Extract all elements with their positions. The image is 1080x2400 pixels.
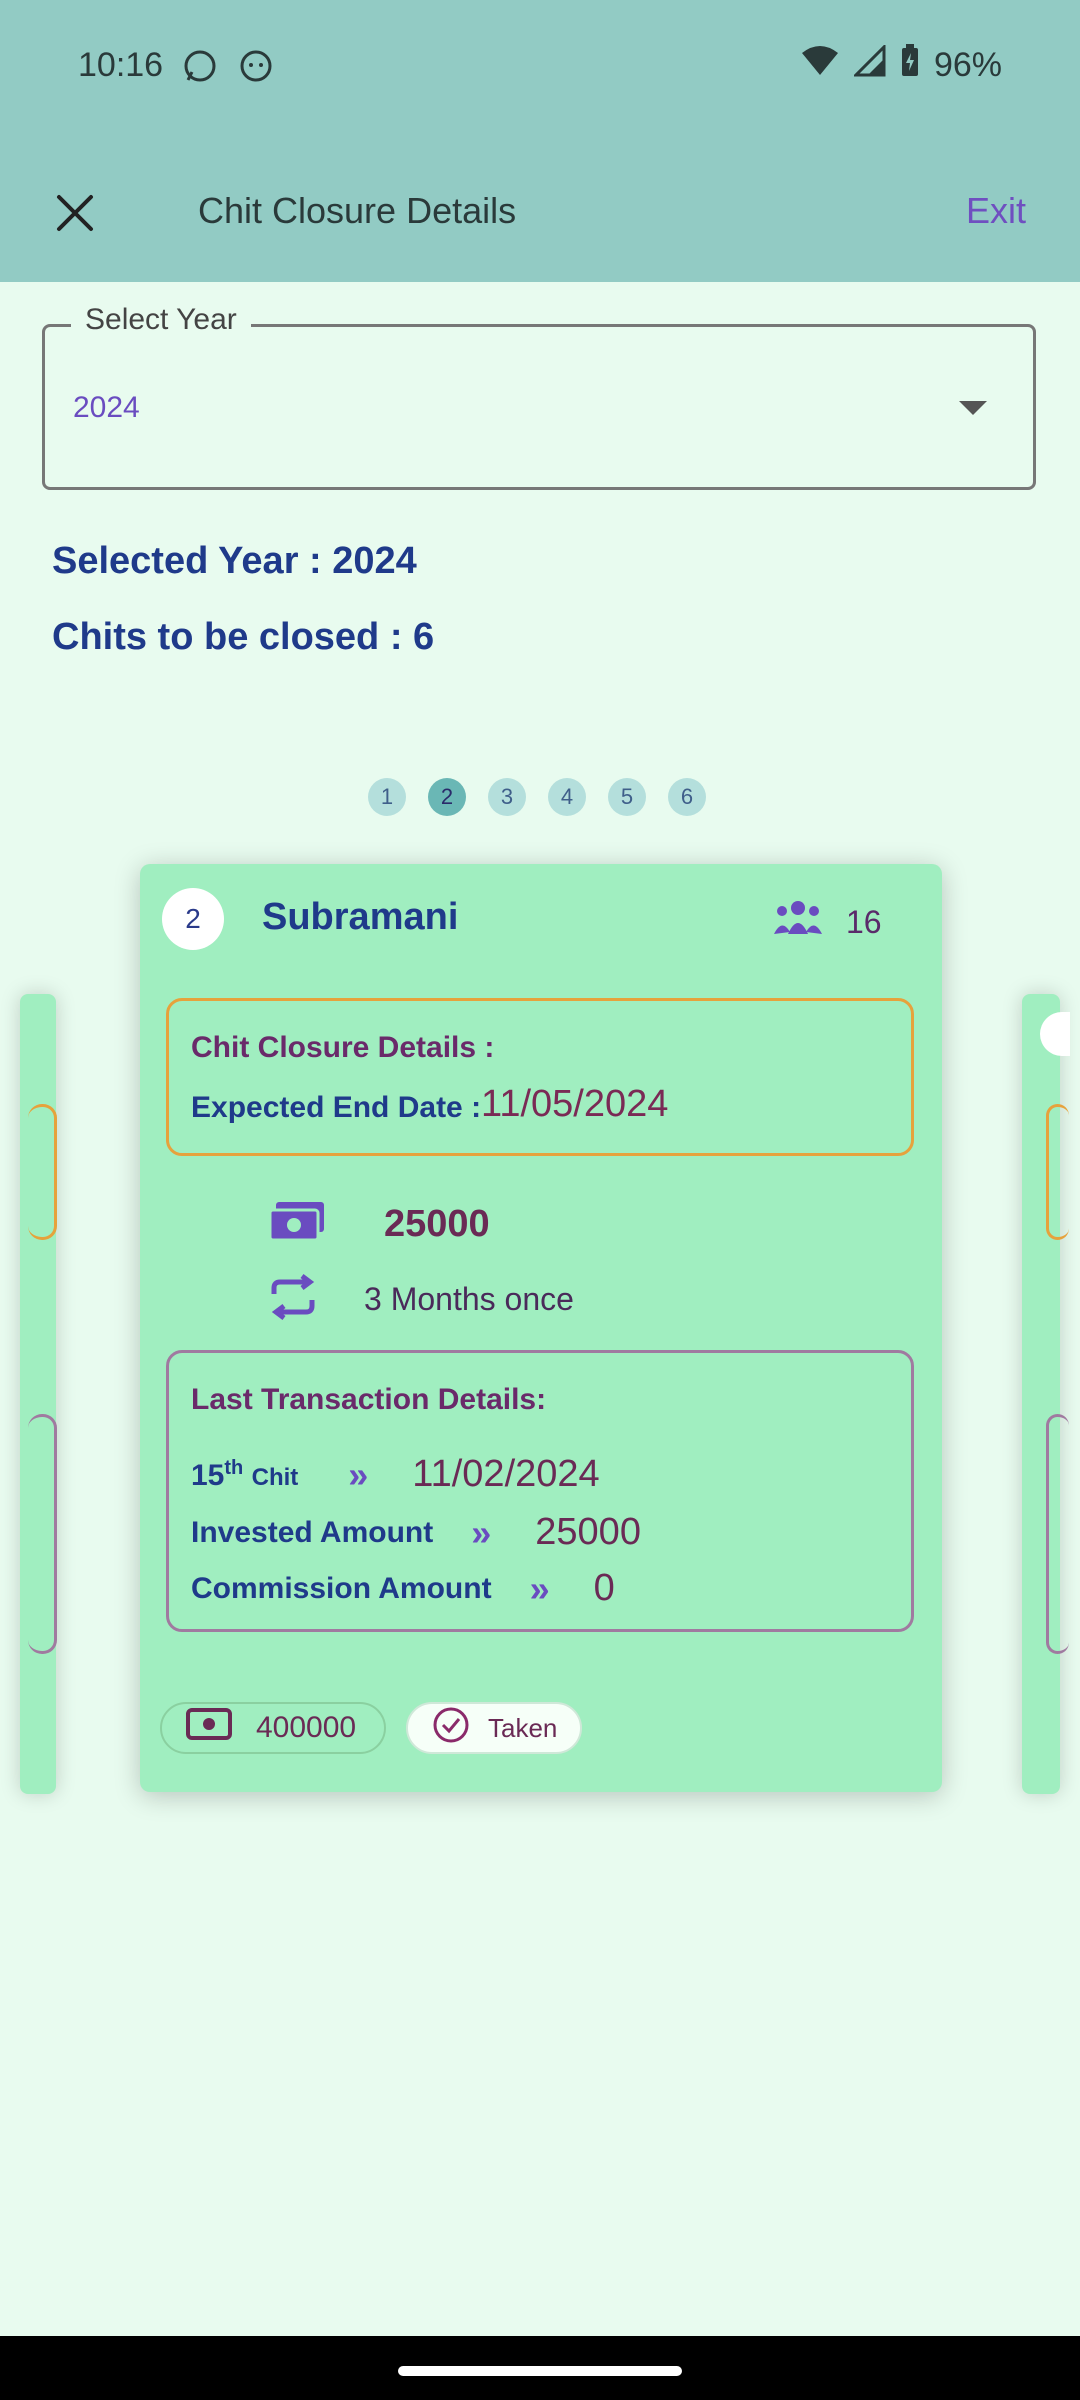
closure-details-box: Chit Closure Details : Expected End Date…: [166, 998, 914, 1156]
members-count-value: 16: [846, 903, 882, 940]
chit-label-number: 15: [191, 1458, 225, 1492]
total-amount-value: 400000: [256, 1711, 357, 1744]
page-dot-4[interactable]: 4: [548, 778, 586, 816]
closure-details-title: Chit Closure Details :: [191, 1031, 495, 1064]
expected-end-date-value: 11/05/2024: [481, 1083, 669, 1125]
chit-card[interactable]: 2 Subramani 16 Chit Closure Details : Ex…: [140, 864, 942, 1792]
next-card-peek[interactable]: [1022, 994, 1070, 1794]
year-select-value: 2024: [73, 391, 140, 424]
commission-amount-label: Commission Amount: [191, 1571, 492, 1605]
wifi-icon: [800, 45, 840, 86]
taken-status-label: Taken: [488, 1712, 558, 1743]
chit-number-badge: 2: [162, 888, 224, 950]
taken-status-chip[interactable]: Taken: [406, 1702, 582, 1754]
close-icon: [57, 195, 93, 231]
last-transaction-box: Last Transaction Details: 15th Chit » 11…: [166, 1350, 914, 1632]
cash-icon: [186, 1708, 232, 1748]
previous-card-box: [28, 1414, 57, 1654]
double-chevron-icon: »: [529, 1567, 550, 1609]
total-amount-chip: 400000: [160, 1702, 386, 1754]
chit-label: 15th Chit: [191, 1457, 298, 1493]
next-card-box: [1046, 1104, 1069, 1240]
next-card-box: [1046, 1414, 1069, 1654]
chit-label-word: Chit: [251, 1463, 299, 1491]
battery-icon: [900, 44, 920, 87]
page-title: Chit Closure Details: [198, 190, 517, 231]
chit-amount-value: 25000: [384, 1203, 490, 1245]
invested-row: Invested Amount » 25000: [191, 1511, 641, 1554]
whatsapp-icon: [182, 48, 218, 84]
frequency-value: 3 Months once: [364, 1281, 574, 1317]
signal-icon: [852, 43, 886, 86]
page-dot-6[interactable]: 6: [668, 778, 706, 816]
page-dot-5[interactable]: 5: [608, 778, 646, 816]
system-status: 96%: [800, 43, 1002, 87]
invested-amount-label: Invested Amount: [191, 1515, 434, 1549]
chit-amount-row: 25000: [268, 1200, 490, 1249]
money-icon: [268, 1200, 326, 1249]
next-card-badge: [1040, 1012, 1070, 1056]
group-icon: [772, 898, 824, 946]
check-circle-icon: [432, 1706, 470, 1751]
year-select[interactable]: Select Year 2024: [42, 303, 1036, 490]
home-indicator[interactable]: [398, 2366, 682, 2376]
exit-button[interactable]: Exit: [966, 190, 1026, 232]
year-select-label: Select Year: [71, 303, 251, 337]
double-chevron-icon: »: [348, 1453, 369, 1495]
double-chevron-icon: »: [471, 1511, 492, 1553]
page-dot-2[interactable]: 2: [428, 778, 466, 816]
chits-count-text: Chits to be closed : 6: [52, 616, 435, 658]
last-transaction-title: Last Transaction Details:: [191, 1383, 547, 1416]
close-button[interactable]: [40, 178, 110, 248]
selected-year-text: Selected Year : 2024: [52, 540, 417, 582]
chit-date-value: 11/02/2024: [412, 1453, 600, 1495]
invested-amount-value: 25000: [535, 1511, 641, 1553]
chit-row: 15th Chit » 11/02/2024: [191, 1453, 600, 1496]
page-indicator: 1 2 3 4 5 6: [368, 778, 706, 816]
previous-card-peek[interactable]: [20, 994, 57, 1794]
face-icon: [238, 48, 274, 84]
chit-label-suffix: th: [224, 1456, 244, 1479]
commission-amount-value: 0: [593, 1567, 615, 1609]
frequency-row: 3 Months once: [268, 1274, 574, 1325]
members-count: 16: [772, 898, 882, 946]
commission-row: Commission Amount » 0: [191, 1567, 615, 1610]
notification-icons: [182, 48, 274, 84]
app-bar: 10:16 96% Chit Closure Details Exit: [0, 0, 1080, 282]
dropdown-caret-icon: [959, 401, 987, 415]
page-dot-3[interactable]: 3: [488, 778, 526, 816]
previous-card-box: [28, 1104, 57, 1240]
status-time: 10:16: [78, 46, 164, 84]
repeat-icon: [268, 1274, 318, 1325]
page-dot-1[interactable]: 1: [368, 778, 406, 816]
member-name: Subramani: [262, 896, 459, 938]
expected-end-date-label: Expected End Date :: [191, 1091, 482, 1124]
battery-percent: 96%: [933, 46, 1002, 84]
